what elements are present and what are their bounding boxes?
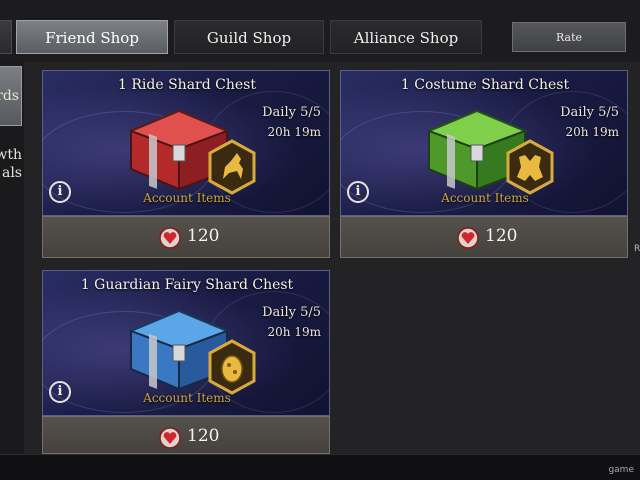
reset-timer: 20h 19m (267, 125, 321, 139)
buy-button[interactable]: 120 (340, 216, 628, 258)
card-banner: 1 Guardian Fairy Shard Chest Daily 5/5 2… (42, 270, 330, 416)
sidebar-item-growth-label: wth als (0, 147, 22, 181)
tab-previous-partial[interactable] (0, 20, 12, 54)
heart-currency-icon (159, 427, 181, 449)
daily-limit: Daily 5/5 (262, 305, 321, 320)
tab-guild-shop[interactable]: Guild Shop (174, 20, 324, 54)
offscreen-label-fragment: R (634, 244, 640, 254)
item-category: Account Items (143, 391, 231, 405)
price-label: 120 (187, 426, 220, 446)
horse-icon (208, 139, 256, 195)
chest-title: 1 Ride Shard Chest (118, 77, 256, 93)
chest-title: 1 Guardian Fairy Shard Chest (80, 277, 294, 293)
chest-title: 1 Costume Shard Chest (400, 77, 570, 93)
heart-currency-icon (457, 227, 479, 249)
tab-friend-shop[interactable]: Friend Shop (16, 20, 168, 54)
egg-icon (208, 339, 256, 395)
price-label: 120 (187, 226, 220, 246)
card-banner: 1 Costume Shard Chest Daily 5/5 20h 19m … (340, 70, 628, 216)
reset-timer: 20h 19m (267, 325, 321, 339)
daily-limit: Daily 5/5 (262, 105, 321, 120)
reset-timer: 20h 19m (565, 125, 619, 139)
tab-alliance-shop[interactable]: Alliance Shop (330, 20, 482, 54)
buy-button[interactable]: 120 (42, 416, 330, 454)
buy-button[interactable]: 120 (42, 216, 330, 258)
bottom-bar (0, 454, 640, 480)
sidebar-item-rewards[interactable]: rds (0, 66, 22, 126)
armor-icon (506, 139, 554, 195)
sidebar-item-growth-materials[interactable]: wth als (0, 146, 24, 186)
item-category: Account Items (143, 191, 231, 205)
price-label: 120 (485, 226, 518, 246)
watermark: game (608, 465, 634, 475)
rate-button[interactable]: Rate (512, 22, 626, 52)
heart-currency-icon (159, 227, 181, 249)
daily-limit: Daily 5/5 (560, 105, 619, 120)
item-category: Account Items (441, 191, 529, 205)
card-banner: 1 Ride Shard Chest Daily 5/5 20h 19m i A… (42, 70, 330, 216)
top-bar: Friend Shop Guild Shop Alliance Shop Rat… (0, 0, 640, 63)
